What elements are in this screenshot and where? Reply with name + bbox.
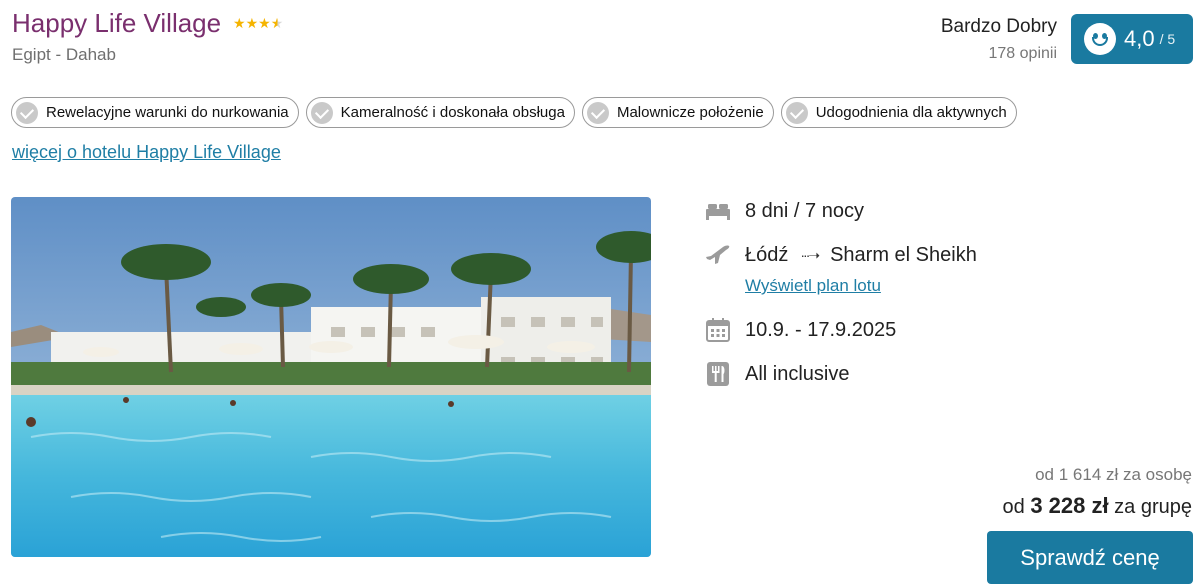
smiley-icon <box>1084 23 1116 55</box>
feature-tag-label: Rewelacyjne warunki do nurkowania <box>46 104 289 121</box>
star-icon: ★ <box>233 15 246 31</box>
star-rating: ★ ★ ★ ★ <box>233 15 283 31</box>
feature-tags: Rewelacyjne warunki do nurkowania Kamera… <box>11 97 1017 128</box>
feature-tag-label: Udogodnienia dla aktywnych <box>815 104 1007 121</box>
check-icon <box>16 101 38 124</box>
check-icon <box>785 101 808 124</box>
reviews-count[interactable]: 178 opinii <box>989 45 1058 63</box>
feature-tag: Kameralność i doskonała obsługa <box>305 97 575 128</box>
feature-tag-label: Malownicze położenie <box>616 104 764 121</box>
check-icon <box>586 101 609 124</box>
arrival-city: Sharm el Sheikh <box>830 243 977 266</box>
board-type: All inclusive <box>705 362 849 386</box>
star-icon: ★ <box>258 15 271 31</box>
rating-label: Bardzo Dobry <box>940 16 1057 37</box>
feature-tag: Malownicze położenie <box>581 97 774 128</box>
price-group-prefix: od <box>1002 496 1025 518</box>
price-group-suffix: za grupę <box>1114 496 1192 518</box>
rating-max: / 5 <box>1159 31 1176 47</box>
trip-duration-text: 8 dni / 7 nocy <box>745 199 864 222</box>
price-group-amount: 3 228 zł <box>1030 493 1109 518</box>
feature-tag: Rewelacyjne warunki do nurkowania <box>11 97 299 128</box>
half-star-icon: ★ <box>270 15 284 31</box>
price-per-person: od 1 614 zł za osobę <box>1035 465 1192 484</box>
rating-value: 4,0 <box>1124 26 1155 51</box>
trip-dates: 10.9. - 17.9.2025 <box>705 318 896 342</box>
plane-icon <box>705 243 731 267</box>
hotel-title[interactable]: Happy Life Village <box>12 8 221 39</box>
flight-route: Łódź ···➝ Sharm el Sheikh <box>705 243 977 267</box>
feature-tag: Udogodnienia dla aktywnych <box>780 97 1017 128</box>
more-about-hotel-link[interactable]: więcej o hotelu Happy Life Village <box>12 142 281 163</box>
check-price-button[interactable]: Sprawdź cenę <box>987 531 1193 584</box>
calendar-icon <box>705 318 731 342</box>
bed-icon <box>705 199 731 223</box>
route-arrow-icon: ···➝ <box>800 246 820 263</box>
hotel-location: Egipt - Dahab <box>12 45 116 64</box>
check-icon <box>310 101 333 124</box>
star-icon: ★ <box>245 15 259 31</box>
departure-city: Łódź <box>745 243 789 266</box>
trip-duration: 8 dni / 7 nocy <box>705 199 864 223</box>
board-type-text: All inclusive <box>745 362 850 385</box>
feature-tag-label: Kameralność i doskonała obsługa <box>340 104 565 121</box>
flight-plan-link[interactable]: Wyświetl plan lotu <box>745 276 881 296</box>
hotel-photo[interactable] <box>11 197 651 557</box>
rating-badge[interactable]: 4,0 / 5 <box>1071 14 1193 64</box>
trip-dates-text: 10.9. - 17.9.2025 <box>745 318 897 341</box>
price-per-group: od 3 228 zł za grupę <box>1003 493 1193 519</box>
food-icon <box>705 362 731 386</box>
